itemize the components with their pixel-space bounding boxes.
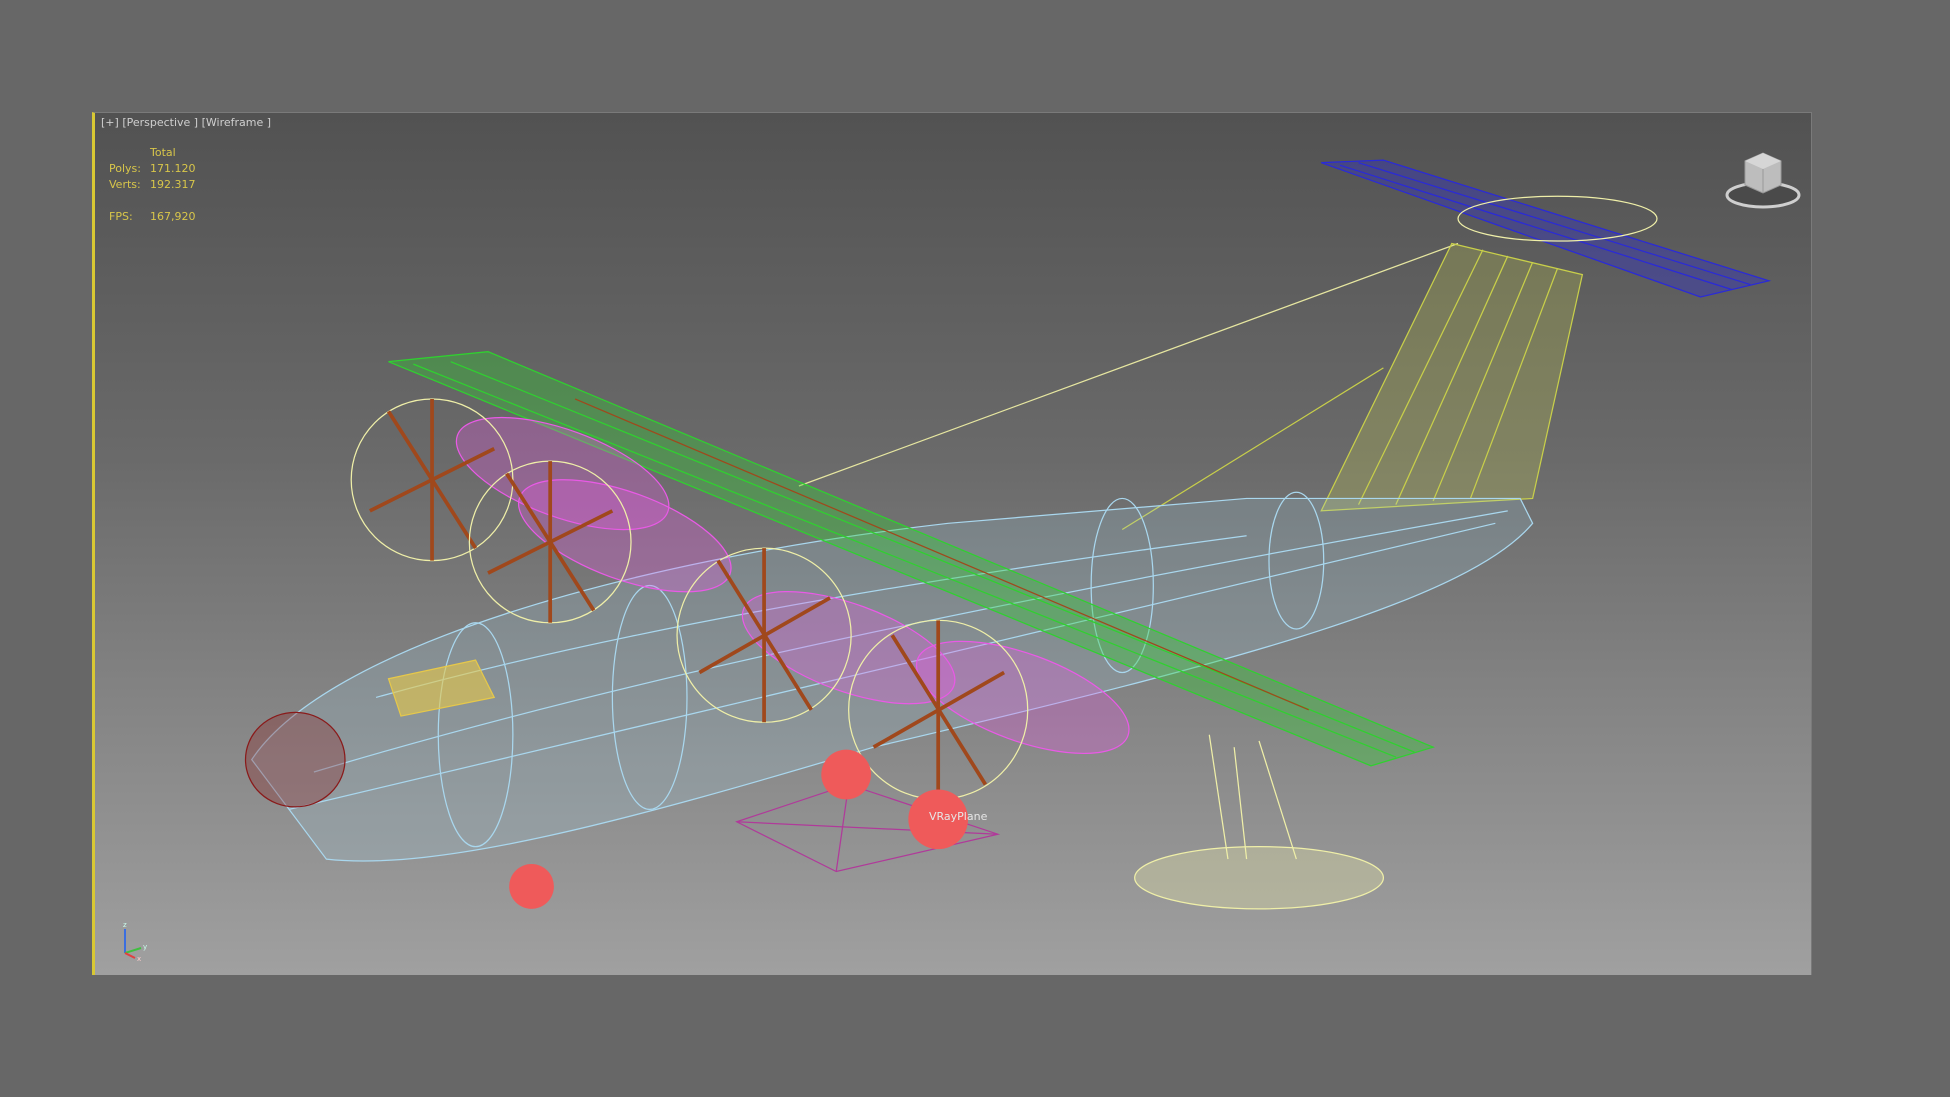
shading-mode-button[interactable]: [Wireframe ] (202, 116, 271, 129)
viewport-label: [+] [Perspective ] [Wireframe ] (101, 116, 271, 129)
verts-value: 192.317 (150, 178, 196, 191)
polys-value: 171.120 (150, 162, 196, 175)
nose-cone (244, 711, 346, 808)
axis-z-label: z (123, 921, 127, 929)
wireframe-scene[interactable] (95, 113, 1815, 976)
viewport-menu-button[interactable]: [+] (101, 116, 119, 129)
perspective-viewport[interactable]: [+] [Perspective ] [Wireframe ] Total Po… (92, 112, 1812, 975)
polys-label: Polys: (109, 162, 141, 175)
viewcube-icon[interactable] (1723, 143, 1803, 213)
fps-label: FPS: (109, 210, 133, 223)
vertical-fin (1121, 242, 1584, 531)
wing-float (1134, 734, 1385, 910)
fps-value: 167,920 (150, 210, 196, 223)
axis-x-label: x (137, 955, 141, 961)
axis-y-label: y (143, 943, 147, 951)
axis-tripod-icon: z y x (123, 921, 147, 961)
stats-header: Total (150, 146, 176, 159)
verts-label: Verts: (109, 178, 141, 191)
scene-statistics: Total Polys: 171.120 Verts: 192.317 FPS: 16… (109, 145, 196, 225)
vray-plane-label: VRayPlane (929, 810, 988, 823)
view-type-button[interactable]: [Perspective ] (122, 116, 198, 129)
